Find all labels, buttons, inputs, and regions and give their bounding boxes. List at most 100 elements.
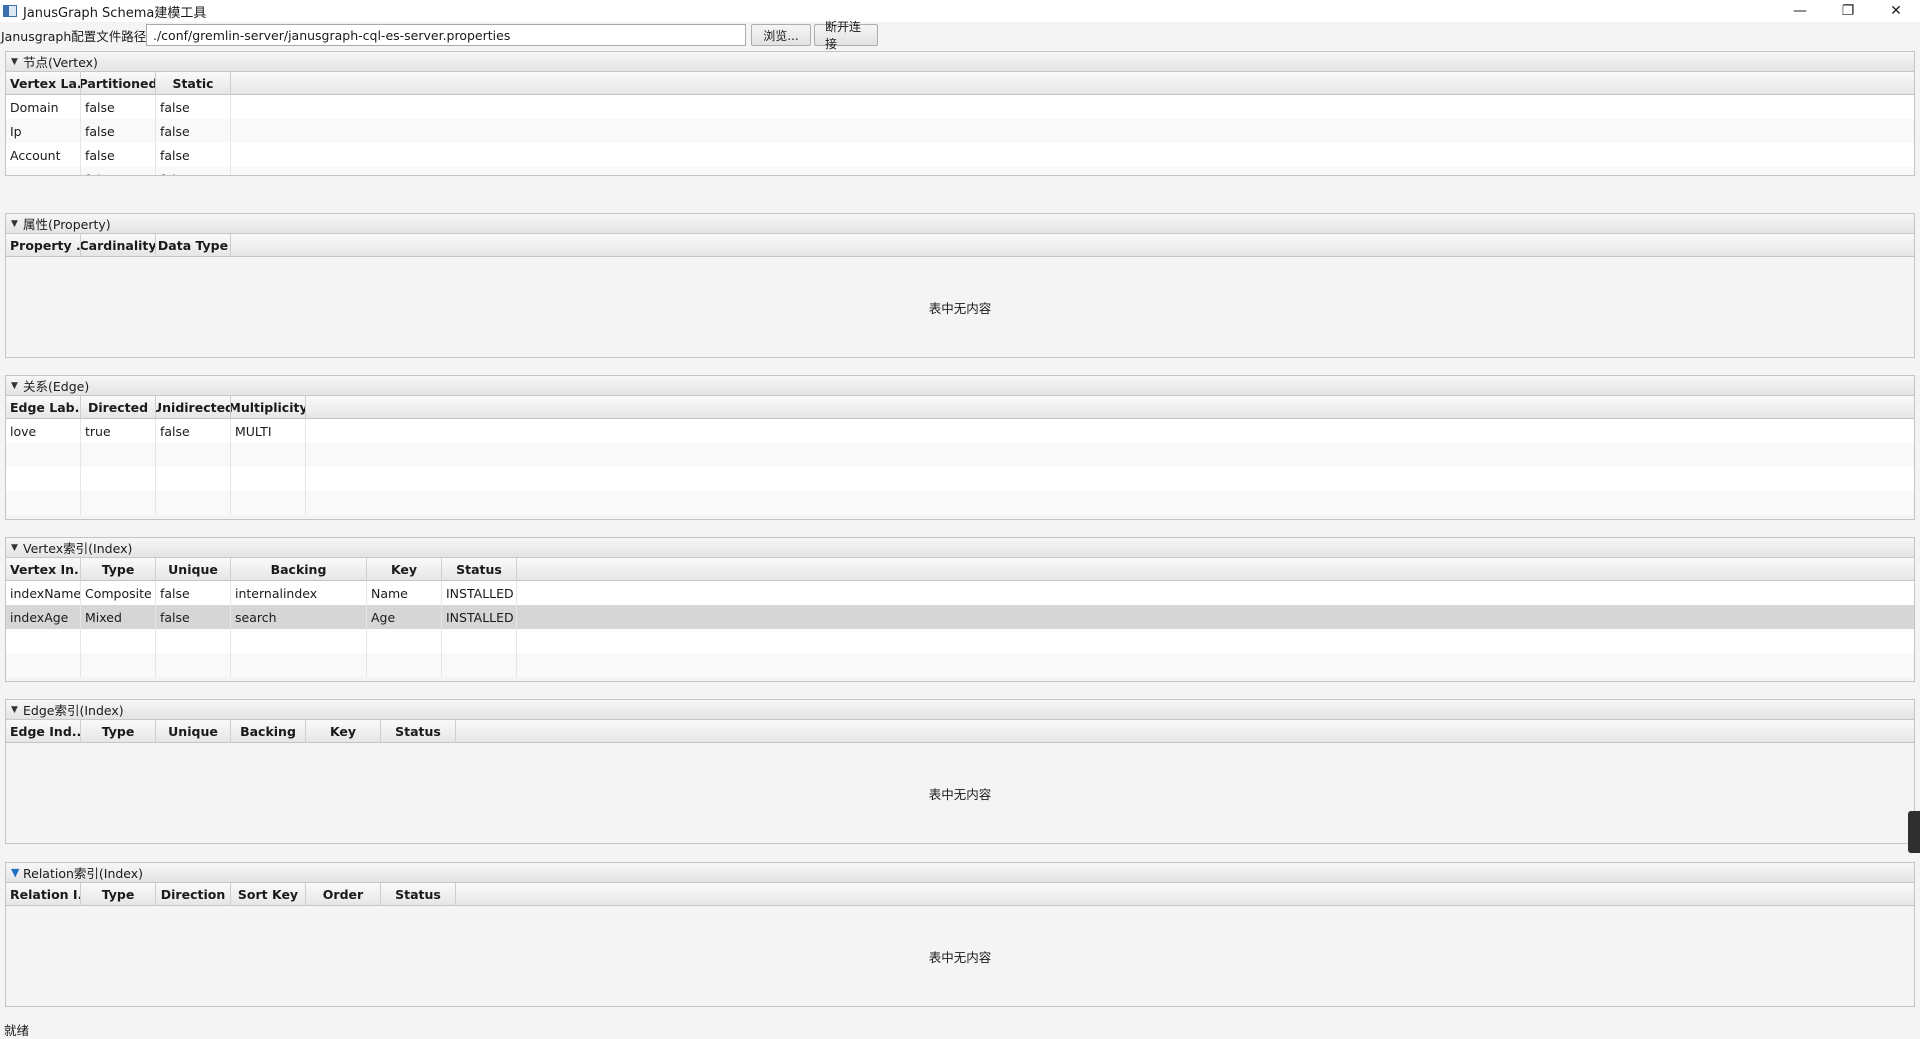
column-header[interactable]: Directed — [81, 396, 156, 419]
table-cell: INSTALLED — [442, 581, 517, 605]
column-header[interactable]: Edge Lab... — [6, 396, 81, 419]
table-cell: false — [156, 95, 231, 119]
section-title: Edge索引(Index) — [23, 703, 124, 718]
title-bar: JanusGraph Schema建模工具 — ❐ ✕ — [0, 0, 1920, 22]
table-cell: Age — [367, 605, 442, 629]
section-title: 关系(Edge) — [23, 379, 90, 394]
table-row[interactable]: Personfalsefalse — [6, 167, 1914, 175]
vertex-header[interactable]: ▼ 节点(Vertex) — [6, 52, 1914, 72]
row-filler — [306, 491, 1914, 515]
table-cell — [81, 443, 156, 467]
row-filler — [517, 653, 1914, 677]
column-header[interactable]: Multiplicity — [231, 396, 306, 419]
empty-row — [6, 467, 1914, 491]
column-header[interactable]: Property ... — [6, 234, 81, 257]
column-header[interactable]: Type — [81, 883, 156, 906]
relation-index-section: ▼Relation索引(Index)Relation I...TypeDirec… — [5, 862, 1915, 1007]
column-header[interactable]: Edge Ind... — [6, 720, 81, 743]
column-header[interactable]: Key — [306, 720, 381, 743]
empty-row — [6, 629, 1914, 653]
table-body: love true false MULTI — [6, 419, 1914, 519]
table-cell: MULTI — [231, 419, 306, 443]
table-cell: indexAge — [6, 605, 81, 629]
table-row[interactable]: Domain false false — [6, 95, 1914, 119]
table-cell: false — [156, 119, 231, 143]
close-icon[interactable]: ✕ — [1872, 0, 1920, 22]
header-filler — [456, 720, 1914, 742]
vertex-index-header[interactable]: ▼ Vertex索引(Index) — [6, 538, 1914, 558]
table-header: Property ...CardinalityData Type — [6, 234, 1914, 257]
table-cell — [442, 653, 517, 677]
column-header[interactable]: Status — [381, 720, 456, 743]
edge-table: Edge Lab... Directed Unidirected Multiplici… — [6, 396, 1914, 519]
table-cell — [367, 629, 442, 653]
relation-index-table: Relation I...TypeDirectionSort KeyOrderS… — [6, 883, 1914, 1006]
column-header[interactable]: Partitioned — [81, 72, 156, 95]
table-cell: Domain — [6, 95, 81, 119]
column-header[interactable]: Cardinality — [81, 234, 156, 257]
column-header[interactable]: Order — [306, 883, 381, 906]
table-row[interactable]: Ip false false — [6, 119, 1914, 143]
table-cell: false — [156, 581, 231, 605]
collapse-arrow-icon: ▼ — [11, 56, 18, 67]
restore-icon[interactable]: ❐ — [1824, 0, 1872, 22]
collapse-arrow-icon: ▼ — [11, 542, 18, 553]
column-header[interactable]: Type — [81, 720, 156, 743]
empty-row — [6, 491, 1914, 515]
table-cell: Mixed — [81, 605, 156, 629]
column-header[interactable]: Data Type — [156, 234, 231, 257]
table-cell — [6, 443, 81, 467]
table-row[interactable]: indexAge Mixed false search Age INSTALLED — [6, 605, 1914, 629]
table-cell — [156, 491, 231, 515]
column-header[interactable]: Static — [156, 72, 231, 95]
table-cell: Ip — [6, 119, 81, 143]
column-header[interactable]: Unique — [156, 558, 231, 581]
table-cell — [367, 653, 442, 677]
table-row[interactable]: love true false MULTI — [6, 419, 1914, 443]
table-row[interactable]: Account false false — [6, 143, 1914, 167]
column-header[interactable]: Vertex La... — [6, 72, 81, 95]
column-header[interactable]: Key — [367, 558, 442, 581]
table-header: Edge Lab... Directed Unidirected Multiplici… — [6, 396, 1914, 419]
vertex-index-table: Vertex In... Type Unique Backing Key Status in… — [6, 558, 1914, 681]
column-header[interactable]: Status — [442, 558, 517, 581]
table-row[interactable]: indexName Composite false internalindex Name… — [6, 581, 1914, 605]
table-cell — [231, 653, 367, 677]
column-header[interactable]: Type — [81, 558, 156, 581]
column-header[interactable]: Relation I... — [6, 883, 81, 906]
table-cell: indexName — [6, 581, 81, 605]
collapse-arrow-icon: ▼ — [11, 218, 18, 229]
column-header[interactable]: Vertex In... — [6, 558, 81, 581]
table-cell — [6, 491, 81, 515]
browse-button[interactable]: 浏览... — [751, 24, 811, 46]
config-path-label: Janusgraph配置文件路径: — [1, 28, 151, 44]
edge-index-header[interactable]: ▼ Edge索引(Index) — [6, 700, 1914, 720]
minimize-icon[interactable]: — — [1776, 0, 1824, 22]
column-header[interactable]: Backing — [231, 558, 367, 581]
column-header[interactable]: Sort Key — [231, 883, 306, 906]
disconnect-button[interactable]: 断开连接 — [814, 20, 878, 51]
table-cell — [156, 443, 231, 467]
table-cell: false — [81, 143, 156, 167]
column-header[interactable]: Unique — [156, 720, 231, 743]
row-filler — [517, 629, 1914, 653]
collapse-arrow-icon: ▼ — [11, 704, 18, 715]
property-header[interactable]: ▼ 属性(Property) — [6, 214, 1914, 234]
column-header[interactable]: Direction — [156, 883, 231, 906]
table-cell — [156, 467, 231, 491]
config-path-input[interactable] — [146, 24, 746, 46]
table-cell: false — [156, 605, 231, 629]
side-scroll-handle[interactable] — [1908, 811, 1920, 853]
column-header[interactable]: Backing — [231, 720, 306, 743]
empty-table-message: 表中无内容 — [928, 300, 992, 316]
relation-index-header[interactable]: ▼ Relation索引(Index) — [6, 863, 1914, 883]
edge-section: ▼ 关系(Edge) Edge Lab... Directed Unidirected M… — [5, 375, 1915, 520]
table-cell — [81, 629, 156, 653]
edge-header[interactable]: ▼ 关系(Edge) — [6, 376, 1914, 396]
table-cell: Person — [6, 167, 81, 175]
table-body: 表中无内容 — [6, 906, 1914, 1006]
table-header: Edge Ind... Type Unique Backing Key Status — [6, 720, 1914, 743]
column-header[interactable]: Status — [381, 883, 456, 906]
column-header[interactable]: Unidirected — [156, 396, 231, 419]
table-cell — [6, 467, 81, 491]
